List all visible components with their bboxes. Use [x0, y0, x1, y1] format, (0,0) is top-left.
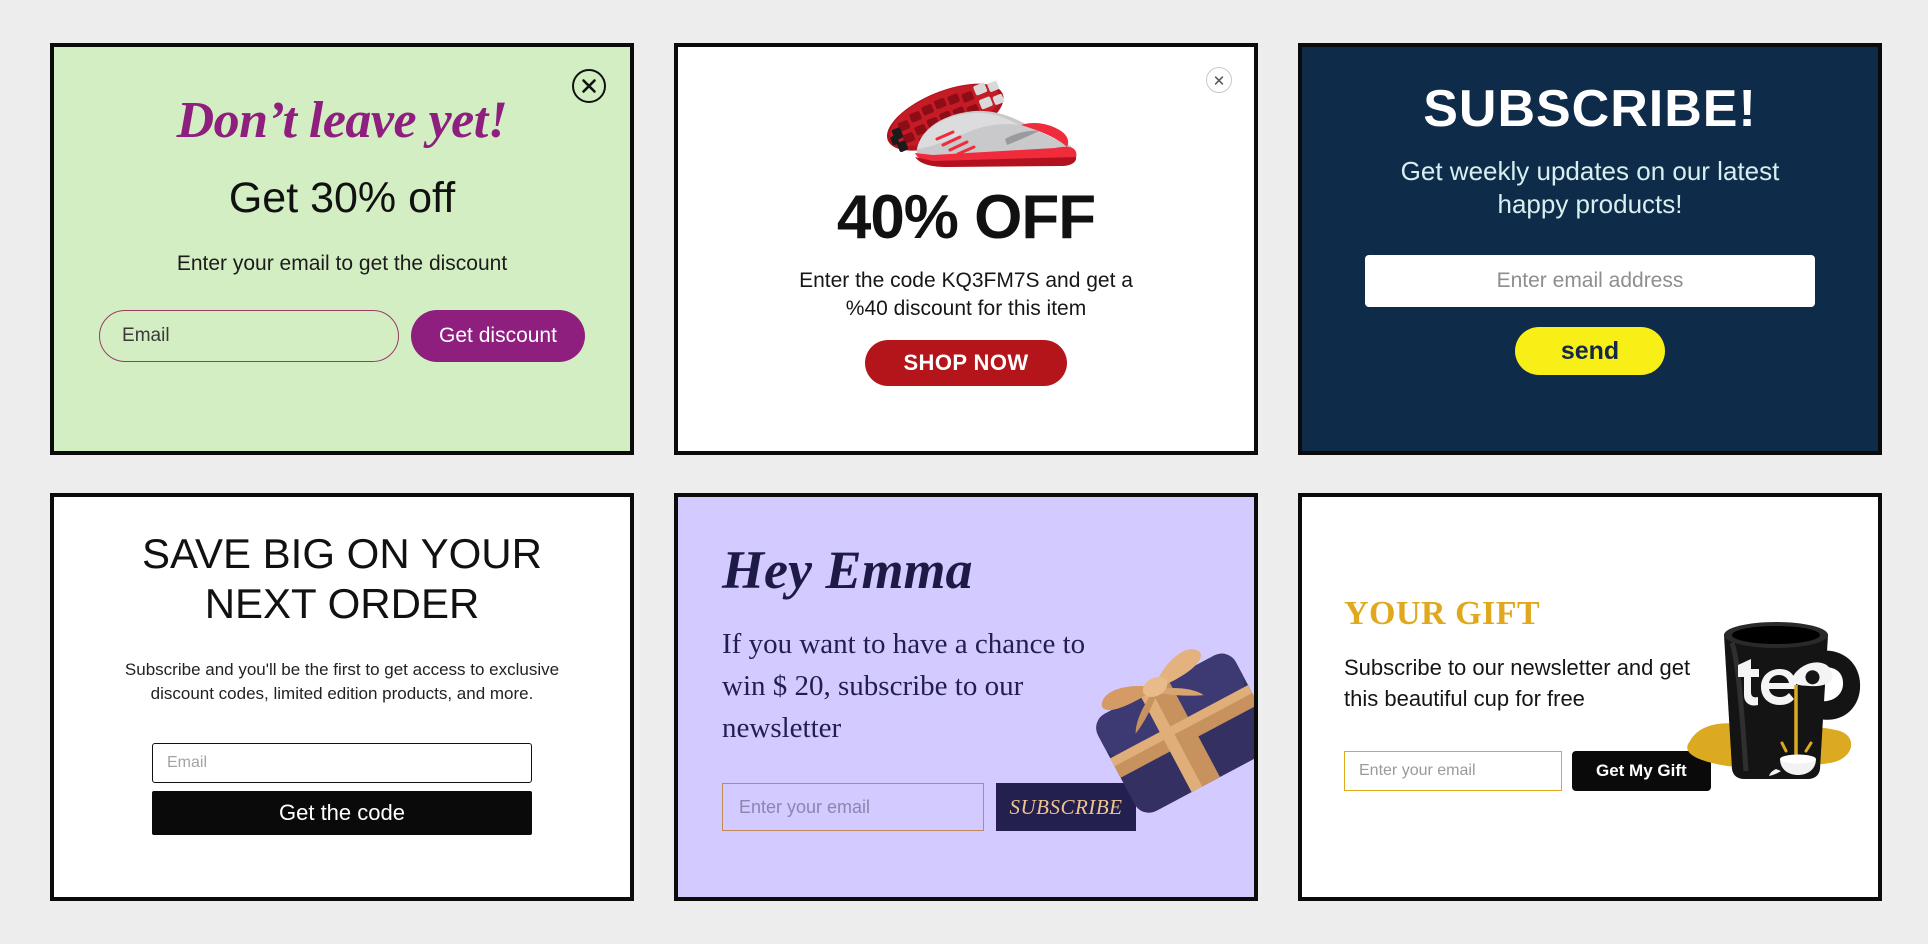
popup-gallery-grid: Don’t leave yet! Get 30% off Enter your … [0, 0, 1928, 944]
running-shoes-image [851, 69, 1081, 179]
card-heading: SAVE BIG ON YOUR NEXT ORDER [142, 530, 542, 628]
card-heading: Don’t leave yet! [176, 92, 508, 149]
get-the-code-button[interactable]: Get the code [152, 791, 532, 836]
popup-card-dont-leave-yet: Don’t leave yet! Get 30% off Enter your … [50, 43, 634, 455]
gift-box-image [1082, 617, 1254, 817]
send-button[interactable]: send [1514, 327, 1666, 376]
popup-card-subscribe: SUBSCRIBE! Get weekly updates on our lat… [1298, 43, 1882, 455]
card-body-text: Subscribe and you'll be the first to get… [124, 659, 560, 704]
popup-card-save-big: SAVE BIG ON YOUR NEXT ORDER Subscribe an… [50, 493, 634, 901]
card-heading: Hey Emma [722, 540, 973, 600]
card-body-text: Get weekly updates on our latest happy p… [1400, 156, 1780, 220]
subscribe-form: Get discount [99, 310, 585, 362]
card-subheading: Get 30% off [228, 174, 456, 222]
popup-card-your-gift: YOUR GIFT Subscribe to our newsletter an… [1298, 493, 1882, 901]
card-body-text: If you want to have a chance to win $ 20… [722, 628, 1086, 745]
shop-now-button[interactable]: SHOP NOW [865, 340, 1067, 387]
get-discount-button[interactable]: Get discount [411, 310, 585, 362]
email-input[interactable] [722, 783, 984, 832]
card-body-text: Enter the code KQ3FM7S and get a %40 dis… [799, 269, 1133, 320]
card-heading: SUBSCRIBE! [1423, 80, 1757, 138]
card-body-text: Enter your email to get the discount [176, 252, 508, 275]
email-input[interactable] [99, 310, 400, 362]
email-input[interactable] [152, 743, 532, 784]
popup-card-forty-percent-off: 40% OFF Enter the code KQ3FM7S and get a… [674, 43, 1258, 455]
card-heading: 40% OFF [836, 183, 1096, 252]
email-input[interactable] [1344, 750, 1562, 791]
card-body-text: Subscribe to our newsletter and get this… [1344, 655, 1691, 711]
email-input[interactable] [1365, 255, 1815, 308]
tea-mug-image [1672, 573, 1872, 803]
close-icon[interactable] [572, 69, 606, 103]
close-icon[interactable] [1206, 67, 1232, 93]
popup-card-hey-emma: Hey Emma If you want to have a chance to… [674, 493, 1258, 901]
